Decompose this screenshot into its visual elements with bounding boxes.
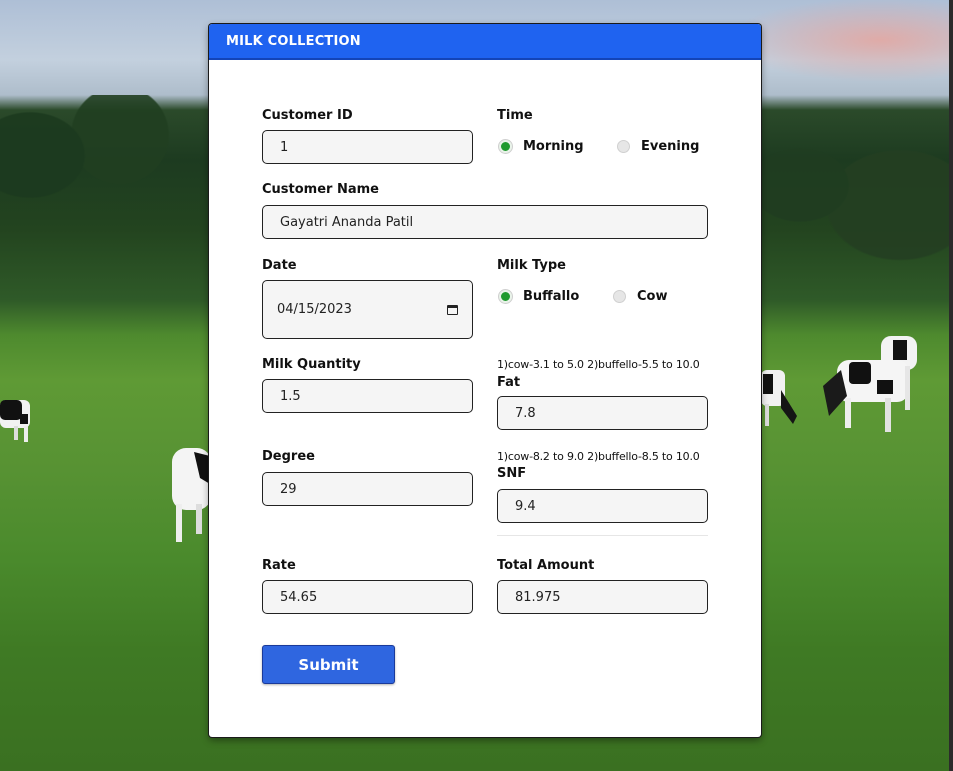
time-label: Time <box>497 108 533 123</box>
milk-collection-form: MILK COLLECTION Customer ID Time Morning… <box>209 24 761 737</box>
milk-type-option-buffallo-label: Buffallo <box>523 289 580 304</box>
cow-image-right-small <box>761 370 797 426</box>
window-edge <box>949 0 953 771</box>
milk-type-label: Milk Type <box>497 258 566 273</box>
rate-input[interactable] <box>262 580 473 614</box>
total-amount-label: Total Amount <box>497 558 595 573</box>
degree-input[interactable] <box>262 472 473 506</box>
cow-image-center <box>172 448 211 542</box>
snf-range-hint: 1)cow-8.2 to 9.0 2)buffello-8.5 to 10.0 <box>497 450 700 463</box>
customer-id-input[interactable] <box>262 130 473 164</box>
calendar-icon[interactable] <box>447 304 458 315</box>
fat-label: Fat <box>497 375 521 390</box>
radio-selected-icon[interactable] <box>499 140 512 153</box>
milk-quantity-input[interactable] <box>262 379 473 413</box>
form-title: MILK COLLECTION <box>209 24 761 60</box>
radio-unselected-icon[interactable] <box>613 290 626 303</box>
milk-type-option-cow-label: Cow <box>637 289 668 304</box>
time-option-morning-label: Morning <box>523 139 584 154</box>
snf-input[interactable] <box>497 489 708 523</box>
milk-quantity-label: Milk Quantity <box>262 357 361 372</box>
fat-range-hint: 1)cow-3.1 to 5.0 2)buffello-5.5 to 10.0 <box>497 358 700 371</box>
radio-selected-icon[interactable] <box>499 290 512 303</box>
time-option-evening-label: Evening <box>641 139 700 154</box>
time-option-morning[interactable]: Morning <box>499 139 584 154</box>
snf-label: SNF <box>497 466 527 481</box>
customer-name-label: Customer Name <box>262 182 379 197</box>
customer-id-label: Customer ID <box>262 108 353 123</box>
radio-unselected-icon[interactable] <box>617 140 630 153</box>
section-divider <box>497 535 708 536</box>
time-option-evening[interactable]: Evening <box>617 139 699 154</box>
date-input[interactable]: 04/15/2023 <box>262 280 473 339</box>
degree-label: Degree <box>262 449 315 464</box>
total-amount-input[interactable] <box>497 580 708 614</box>
cow-image-right-large <box>823 336 917 432</box>
cow-image-left <box>0 400 30 442</box>
milk-type-option-buffallo[interactable]: Buffallo <box>499 289 579 304</box>
submit-button[interactable]: Submit <box>262 645 395 684</box>
customer-name-input[interactable] <box>262 205 708 239</box>
date-label: Date <box>262 258 297 273</box>
rate-label: Rate <box>262 558 296 573</box>
fat-input[interactable] <box>497 396 708 430</box>
milk-type-option-cow[interactable]: Cow <box>613 289 667 304</box>
date-value: 04/15/2023 <box>277 302 352 317</box>
